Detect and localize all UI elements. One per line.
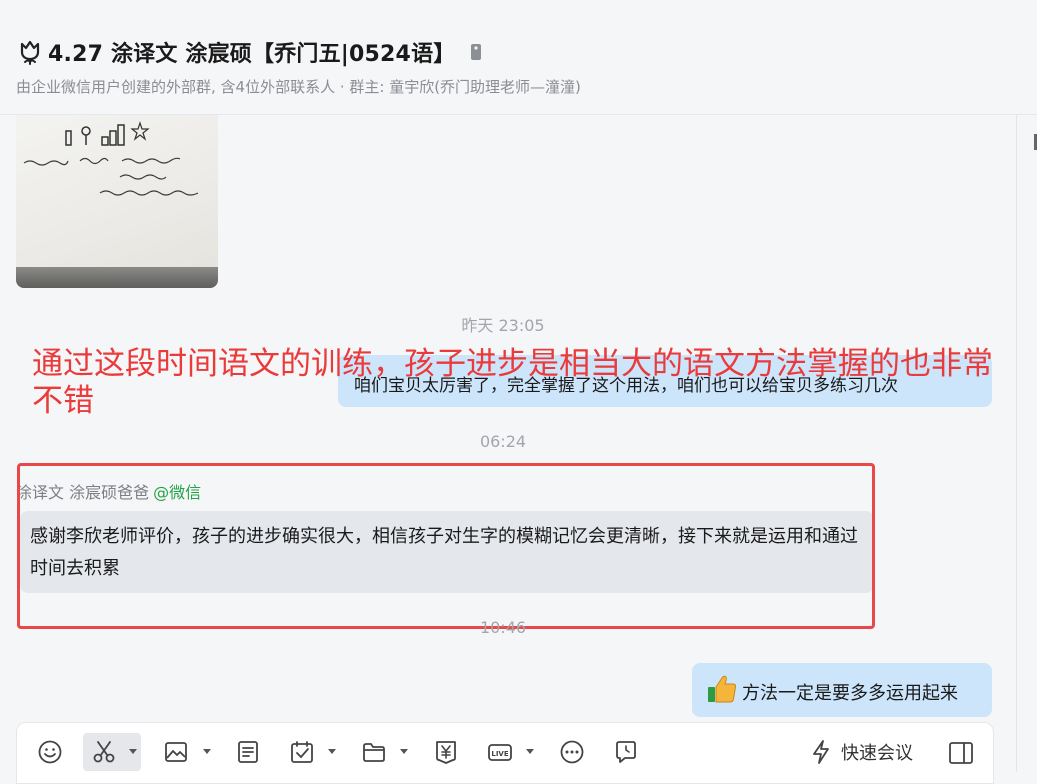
scissors-icon: [93, 741, 115, 763]
image-icon[interactable]: [161, 737, 191, 767]
message-text: 方法一定是要多多运用起来: [742, 683, 958, 704]
side-panel-toggle-icon[interactable]: [947, 739, 975, 767]
group-subtitle: 由企业微信用户创建的外部群, 含4位外部联系人 · 群主: 童宇欣(乔门助理老师…: [16, 78, 581, 96]
composer-toolbar: LIVE 快速会议: [16, 722, 994, 784]
chevron-down-icon[interactable]: [203, 749, 211, 754]
chevron-down-icon[interactable]: [328, 749, 336, 754]
live-icon[interactable]: LIVE: [485, 737, 515, 767]
image-shadow: [16, 267, 218, 288]
message-bubble-outgoing[interactable]: 方法一定是要多多运用起来: [692, 663, 992, 717]
highlight-box: [17, 463, 875, 629]
image-message[interactable]: [16, 115, 218, 288]
timestamp: 10:46: [479, 618, 527, 637]
group-avatar-icon: [20, 40, 40, 65]
side-panel-edge[interactable]: [1016, 115, 1037, 772]
svg-text:LIVE: LIVE: [491, 750, 508, 758]
handwritten-note-image: [23, 121, 199, 196]
quick-meeting-label: 快速会议: [841, 743, 913, 764]
chevron-down-icon[interactable]: [526, 749, 534, 754]
timestamp: 昨天 23:05: [461, 316, 545, 335]
lightning-icon: [813, 740, 829, 764]
group-title[interactable]: 4.27 涂译文 涂宸硕【乔门五|0524语】: [48, 36, 455, 68]
title-row: 4.27 涂译文 涂宸硕【乔门五|0524语】: [16, 36, 483, 68]
timestamp: 06:24: [479, 432, 527, 451]
schedule-message-icon[interactable]: [611, 737, 641, 767]
chevron-down-icon[interactable]: [400, 749, 408, 754]
chevron-down-icon[interactable]: [129, 749, 137, 754]
calendar-check-icon[interactable]: [287, 737, 317, 767]
chat-header: 4.27 涂译文 涂宸硕【乔门五|0524语】 由企业微信用户创建的外部群, 含…: [0, 0, 1037, 115]
tag-icon[interactable]: [469, 43, 483, 61]
payment-icon[interactable]: [431, 737, 461, 767]
thumbs-up-emoji-icon: [708, 675, 737, 703]
emoji-icon[interactable]: [35, 737, 65, 767]
annotation-overlay-text: 通过这段时间语文的训练，孩子进步是相当大的语文方法掌握的也非常不错: [32, 346, 993, 419]
more-icon[interactable]: [557, 737, 587, 767]
folder-icon[interactable]: [359, 737, 389, 767]
quick-meeting-button[interactable]: 快速会议: [809, 739, 913, 765]
document-icon[interactable]: [233, 737, 263, 767]
